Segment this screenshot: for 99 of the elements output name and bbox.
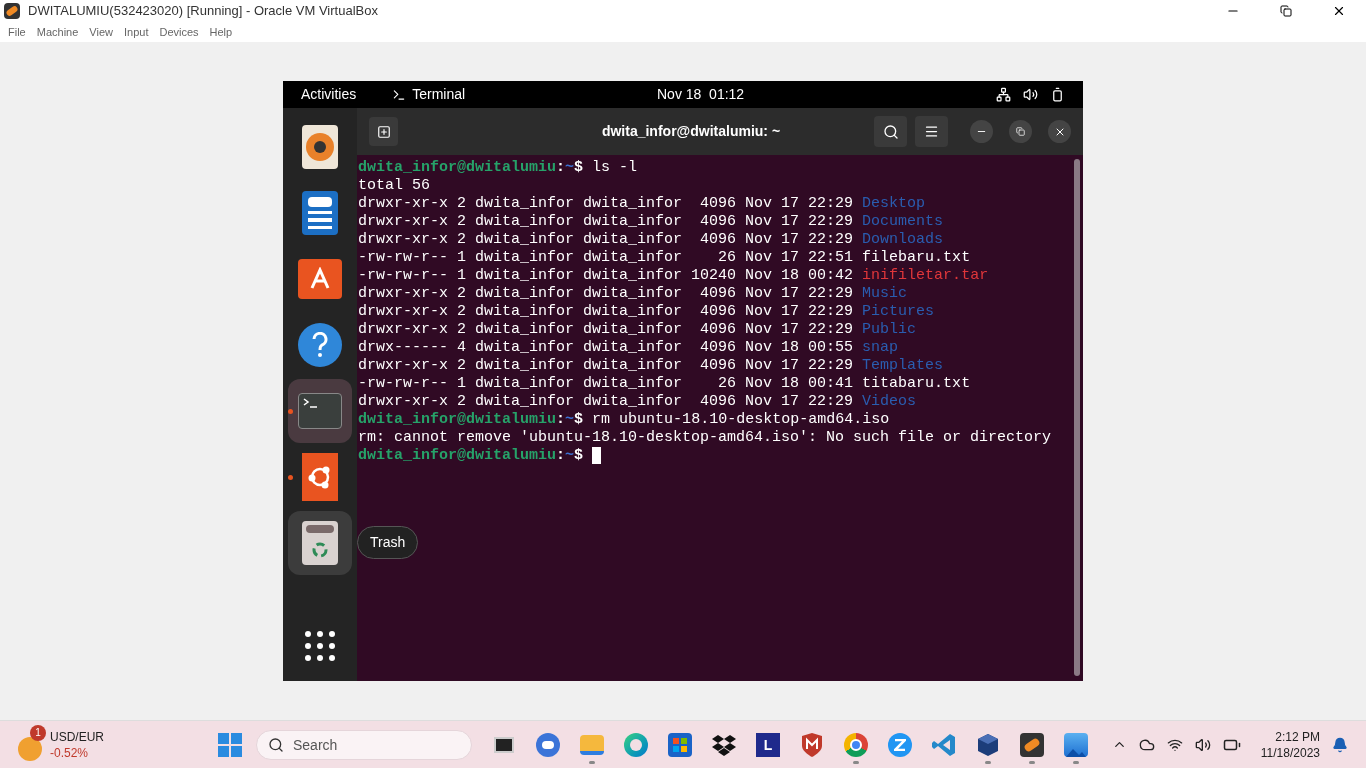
menu-item[interactable]: Input — [119, 23, 153, 41]
output-text: rm: cannot remove 'ubuntu-18.10-desktop-amd64.iso': No such file or directory — [358, 429, 1052, 447]
volume-icon[interactable] — [1023, 87, 1038, 102]
menu-item[interactable]: Machine — [32, 23, 83, 41]
prompt-user: dwita_infor@dwitalumiu — [358, 447, 557, 465]
app-tile[interactable]: L — [756, 732, 780, 757]
search-icon — [882, 123, 899, 140]
file-attributes: drwxr-xr-x 2 dwita_infor dwita_infor 4096 Nov 17 22:29 — [358, 195, 854, 213]
dock-item[interactable] — [288, 511, 352, 575]
file-attributes: -rw-rw-r-- 1 dwita_infor dwita_infor 10240 Nov 18 00:42 — [358, 267, 854, 285]
prompt-separator: : — [556, 447, 566, 465]
file-attributes: drwxr-xr-x 2 dwita_infor dwita_infor 4096 Nov 17 22:29 — [358, 357, 854, 375]
output-text: total 56 — [358, 177, 430, 195]
restore-icon[interactable] — [1280, 5, 1292, 17]
widget-title[interactable]: USD/EUR — [50, 728, 104, 745]
speaker-icon — [302, 125, 338, 169]
file-attributes: drwxr-xr-x 2 dwita_infor dwita_infor 4096 Nov 17 22:29 — [358, 231, 854, 249]
file-name: Public — [862, 321, 917, 339]
prompt-separator: : — [556, 159, 566, 177]
prompt-path: ~ — [565, 447, 575, 465]
plus-icon — [376, 124, 391, 139]
file-name: filebaru.txt — [862, 249, 971, 267]
video-call-icon[interactable] — [536, 732, 560, 757]
app-icon[interactable] — [1020, 732, 1044, 757]
file-name: Templates — [862, 357, 944, 375]
z-app-icon[interactable] — [888, 732, 912, 757]
code-editor-icon[interactable] — [932, 732, 956, 757]
widget-value: -0.52% — [50, 744, 90, 761]
file-attributes: drwxr-xr-x 2 dwita_infor dwita_infor 4096 Nov 17 22:29 — [358, 285, 854, 303]
file-name: titabaru.txt — [862, 375, 971, 393]
menu-icon — [924, 124, 939, 139]
clock-date[interactable]: 11/18/2023 — [1260, 744, 1320, 761]
file-name: Desktop — [862, 195, 926, 213]
cube-icon[interactable] — [976, 732, 1000, 757]
prompt-user: dwita_infor@dwitalumiu — [358, 411, 557, 429]
prompt-sigil: $ — [574, 411, 584, 429]
scrollbar[interactable] — [1074, 159, 1080, 676]
file-name: Downloads — [862, 231, 944, 249]
terminal-icon — [298, 393, 342, 429]
prompt-sigil: $ — [574, 447, 584, 465]
menu-item[interactable]: Help — [205, 23, 237, 41]
photos-icon[interactable] — [1064, 732, 1088, 757]
window-title: DWITALUMIU(532423020) [Running] - Oracle VM VirtualBox — [28, 2, 378, 21]
app-menu-label[interactable]: Terminal — [412, 84, 466, 105]
restore-icon — [1016, 127, 1025, 136]
notification-badge: 1 — [30, 724, 46, 741]
dropbox-icon[interactable] — [712, 733, 736, 756]
file-name: Videos — [862, 393, 917, 411]
ubuntu-logo-icon — [302, 453, 338, 501]
file-attributes: drwxr-xr-x 2 dwita_infor dwita_infor 4096 Nov 17 22:29 — [358, 321, 854, 339]
search-button[interactable] — [874, 116, 907, 147]
file-attributes: -rw-rw-r-- 1 dwita_infor dwita_infor 26 Nov 18 00:41 — [358, 375, 854, 393]
clock[interactable]: Nov 18 01:12 — [657, 84, 745, 105]
prompt-sigil: $ — [574, 159, 584, 177]
prompt-path: ~ — [565, 411, 575, 429]
browser-icon[interactable] — [624, 732, 648, 757]
command-text: rm ubuntu-18.10-desktop-amd64.iso — [592, 411, 890, 429]
file-attributes: drwxr-xr-x 2 dwita_infor dwita_infor 4096 Nov 17 22:29 — [358, 393, 854, 411]
clock-time[interactable]: 2:12 PM — [1275, 728, 1320, 745]
menu-item[interactable]: File — [4, 23, 30, 41]
document-icon — [302, 191, 338, 235]
shield-icon[interactable] — [801, 732, 823, 757]
file-name: inifiletar.tar — [862, 267, 989, 285]
terminal-title: dwita_infor@dwitalumiu: ~ — [601, 122, 781, 141]
prompt-path: ~ — [565, 159, 575, 177]
file-name: Music — [862, 285, 908, 303]
search-icon — [268, 736, 284, 753]
search-field[interactable]: Search — [256, 729, 472, 760]
file-attributes: drwxr-xr-x 2 dwita_infor dwita_infor 4096 Nov 17 22:29 — [358, 213, 854, 231]
activities-button[interactable]: Activities — [301, 84, 357, 105]
close-button[interactable] — [1048, 120, 1071, 143]
restore-button[interactable] — [1009, 120, 1032, 143]
menu-item[interactable]: View — [85, 23, 117, 41]
trash-icon — [302, 521, 338, 565]
command-text: ls -l — [592, 159, 638, 177]
file-name: snap — [862, 339, 899, 357]
store-icon[interactable] — [668, 732, 692, 757]
chrome-icon[interactable] — [844, 732, 868, 757]
battery-icon[interactable] — [1050, 87, 1065, 102]
prompt-user: dwita_infor@dwitalumiu — [358, 159, 557, 177]
file-attributes: -rw-rw-r-- 1 dwita_infor dwita_infor 26 Nov 17 22:51 — [358, 249, 854, 267]
notification-bell-icon[interactable] — [1332, 736, 1348, 753]
volume-icon[interactable] — [1194, 736, 1211, 753]
help-icon — [298, 323, 342, 367]
new-tab-button[interactable] — [369, 117, 398, 146]
menu-item[interactable]: Devices — [155, 23, 203, 41]
app-logo-icon — [4, 3, 20, 19]
folder-icon[interactable] — [580, 732, 604, 757]
network-icon[interactable] — [996, 87, 1011, 102]
file-attributes: drwx------ 4 dwita_infor dwita_infor 4096 Nov 18 00:55 — [358, 339, 854, 357]
file-attributes: drwxr-xr-x 2 dwita_infor dwita_infor 4096 Nov 17 22:29 — [358, 303, 854, 321]
menu-button[interactable] — [915, 116, 948, 147]
terminal-app-icon — [392, 87, 407, 102]
prompt-separator: : — [556, 411, 566, 429]
file-name: Pictures — [862, 303, 935, 321]
close-icon[interactable] — [1332, 4, 1346, 18]
file-name: Documents — [862, 213, 944, 231]
start-icon[interactable] — [218, 732, 242, 757]
app-grid-icon[interactable] — [305, 631, 335, 661]
